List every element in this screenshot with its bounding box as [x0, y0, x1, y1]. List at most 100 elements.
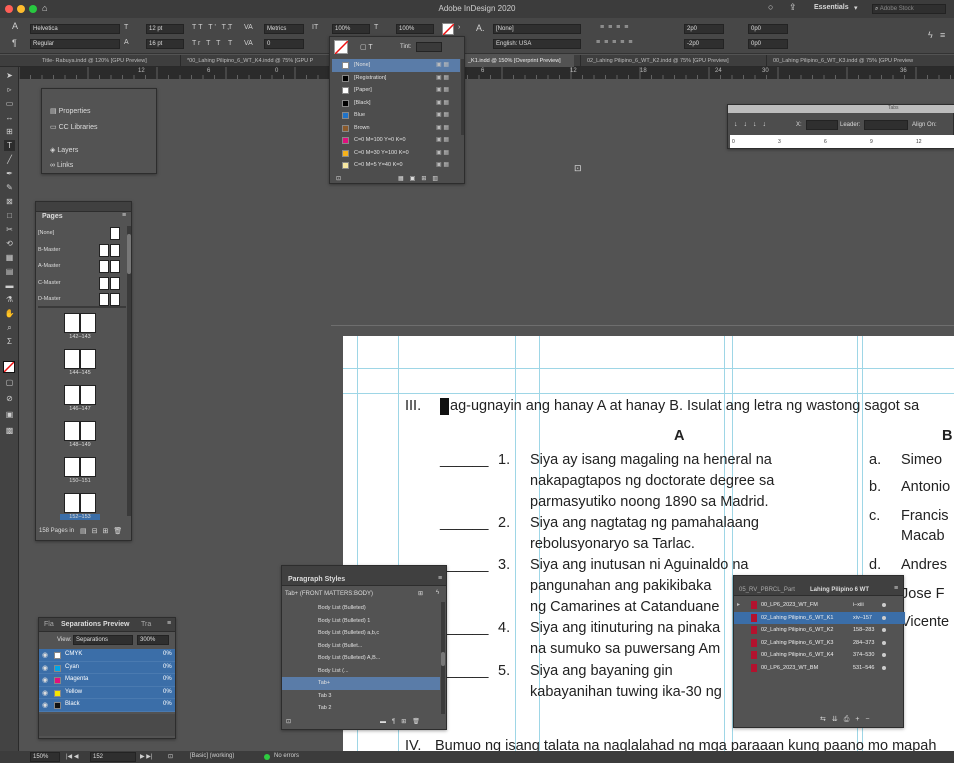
- book-document-row[interactable]: 02_Lahing Pilipino_6_WT_K3 284–373: [734, 637, 905, 650]
- share-icon[interactable]: ⇪: [789, 2, 797, 13]
- tab-x-field[interactable]: [806, 120, 838, 130]
- swatch-row[interactable]: C=0 M=100 Y=0 K=0 ▣ ▦: [332, 134, 460, 147]
- eye-icon[interactable]: ◉: [42, 664, 48, 672]
- zoom-select[interactable]: 300%: [137, 635, 169, 645]
- ink-row[interactable]: ◉ Yellow 0%: [39, 686, 175, 699]
- character-mode-icon[interactable]: A: [12, 21, 18, 31]
- underline-icon[interactable]: T: [228, 24, 232, 31]
- pages-scroll-thumb[interactable]: [127, 234, 131, 274]
- page-number-field[interactable]: 152: [90, 752, 136, 762]
- sum-icon[interactable]: Σ: [4, 336, 15, 347]
- master-item[interactable]: C-Master: [38, 276, 126, 293]
- tab-trap[interactable]: Tra: [141, 621, 151, 628]
- new-style-icon[interactable]: ⊞: [418, 590, 423, 597]
- paragraph-style-item[interactable]: Body List (Bulleted) A,B...: [282, 652, 440, 665]
- style-group-icon[interactable]: ⊡: [286, 718, 291, 725]
- stock-search-input[interactable]: ⌕ Adobe Stock: [872, 4, 946, 14]
- tab-leader-field[interactable]: [864, 120, 908, 130]
- page-spread[interactable]: 148–149: [38, 418, 126, 454]
- eyedropper-tool-icon[interactable]: ⚗: [4, 294, 15, 305]
- paragraph-mode-icon[interactable]: ¶: [12, 38, 17, 48]
- pen-tool-icon[interactable]: ✒: [4, 168, 15, 179]
- font-family-field[interactable]: Helvetica: [30, 24, 120, 34]
- vertical-scale-field[interactable]: 100%: [332, 24, 370, 34]
- page-spread[interactable]: 150–151: [38, 454, 126, 490]
- book-actions[interactable]: ⇆⇊⎙+−: [820, 715, 876, 724]
- leading-field[interactable]: 16 pt: [146, 39, 184, 49]
- swatch-row[interactable]: [Registration] ▣ ▦: [332, 72, 460, 85]
- page-spread[interactable]: 142–143: [38, 310, 126, 346]
- panel-menu-icon[interactable]: ≡: [122, 212, 126, 219]
- horizontal-scale-field[interactable]: 100%: [396, 24, 434, 34]
- book-document-row[interactable]: 00_LP6_2023_WT_BM 531–546: [734, 662, 905, 675]
- fill-none-icon[interactable]: [3, 361, 15, 373]
- gradient-feather-tool-icon[interactable]: ▤: [4, 266, 15, 277]
- tab-k3[interactable]: 00_Lahing Pilipino_6_WT_K3.indd @ 75% [G…: [766, 55, 954, 67]
- align-buttons-row1[interactable]: ≡≡≡≡: [600, 24, 632, 31]
- swatch-scrollbar[interactable]: [461, 59, 464, 135]
- tab-separations-preview[interactable]: Separations Preview: [61, 621, 129, 628]
- paragraph-style-item[interactable]: Body List (Bullet...: [282, 640, 440, 653]
- book-document-row[interactable]: 02_Lahing Pilipino_6_WT_K1 xiv–157: [734, 611, 905, 624]
- master-item[interactable]: A-Master: [38, 259, 126, 276]
- paragraph-style-item[interactable]: Body List (Bulleted) 1: [282, 615, 440, 628]
- character-style-field[interactable]: [None]: [493, 24, 581, 34]
- swatch-row[interactable]: Brown ▣ ▦: [332, 122, 460, 135]
- panel-menu-icon[interactable]: ≡: [438, 575, 442, 582]
- note-tool-icon[interactable]: ▬: [4, 280, 15, 291]
- formatting-container-icon[interactable]: ▢: [4, 377, 15, 388]
- book-tab-part[interactable]: 05_RV_PBRCL_Part: [739, 587, 795, 593]
- rectangle-tool-icon[interactable]: □: [4, 210, 15, 221]
- masters-divider[interactable]: [38, 306, 126, 308]
- swatch-options-icon[interactable]: ⊡: [336, 175, 341, 182]
- panel-menu-icon[interactable]: ≡: [940, 30, 945, 40]
- paragraph-style-item[interactable]: Tab 2: [282, 702, 440, 715]
- align-buttons-row2[interactable]: ≡≡≡≡≡: [596, 39, 636, 46]
- swatch-row[interactable]: [Black] ▣ ▦: [332, 97, 460, 110]
- swatch-row[interactable]: Blue ▣ ▦: [332, 109, 460, 122]
- space-after-field[interactable]: 0p0: [748, 39, 788, 49]
- strikethrough-icon[interactable]: T: [228, 40, 232, 47]
- zoom-tool-icon[interactable]: ⌕: [4, 322, 15, 333]
- type-tool-icon[interactable]: T: [4, 140, 15, 151]
- paragraph-style-item[interactable]: Tab+: [282, 677, 440, 690]
- paragraph-style-item[interactable]: Body List (Bulleted) a,b,c: [282, 627, 440, 640]
- tab-k4[interactable]: *00_Lahing Pilipino_6_WT_K4.indd @ 75% […: [180, 55, 330, 67]
- workspace-switcher[interactable]: Essentials: [814, 4, 849, 11]
- apply-none-icon[interactable]: ⊘: [4, 393, 15, 404]
- paragraph-style-item[interactable]: Tab 3: [282, 690, 440, 703]
- layers-item[interactable]: ◈ Layers: [50, 146, 78, 154]
- pages-tab[interactable]: Pages: [42, 213, 63, 220]
- style-actions[interactable]: ▬¶⊞🗑: [380, 718, 426, 725]
- formatting-frame-icon[interactable]: ▢ T: [360, 43, 373, 51]
- eye-icon[interactable]: ◉: [42, 701, 48, 709]
- properties-item[interactable]: ▤ Properties: [50, 107, 90, 115]
- open-page-icon[interactable]: ⊡: [168, 753, 173, 760]
- panel-menu-icon[interactable]: ≡: [894, 585, 898, 592]
- tint-field[interactable]: [416, 42, 442, 52]
- book-document-row[interactable]: ▸ 00_LP6_2023_WT_FM i–xiii: [734, 599, 905, 612]
- kerning-field[interactable]: Metrics: [264, 24, 304, 34]
- book-document-row[interactable]: 02_Lahing Pilipino_6_WT_K2 158–283: [734, 624, 905, 637]
- page-spread[interactable]: 144–145: [38, 346, 126, 382]
- master-item[interactable]: [None]: [38, 226, 126, 243]
- fill-swatch[interactable]: [334, 40, 349, 55]
- view-select[interactable]: Separations: [73, 635, 133, 645]
- swatch-row[interactable]: [None] ▣ ▦: [332, 59, 460, 72]
- links-item[interactable]: ∞ Links: [50, 162, 73, 169]
- view-mode-icon[interactable]: ▣: [4, 409, 15, 420]
- fill-swatch-none[interactable]: [442, 23, 455, 36]
- page-spread[interactable]: 146–147: [38, 382, 126, 418]
- style-scroll-thumb[interactable]: [441, 652, 445, 666]
- tracking-field[interactable]: 0: [264, 39, 304, 49]
- book-document-row[interactable]: 00_Lahing Pilipino_6_WT_K4 374–530: [734, 649, 905, 662]
- tabs-ruler[interactable]: 0 3 6 9 12: [730, 135, 954, 148]
- free-transform-tool-icon[interactable]: ⟲: [4, 238, 15, 249]
- paragraph-style-item[interactable]: Body List (Bulleted): [282, 602, 440, 615]
- case-buttons[interactable]: TT T' T,: [192, 24, 231, 31]
- paragraph-style-item[interactable]: Body List (...: [282, 665, 440, 678]
- left-indent-field[interactable]: 2p0: [684, 24, 724, 34]
- lightning-icon[interactable]: ϟ: [928, 30, 933, 40]
- eye-icon[interactable]: ◉: [42, 651, 48, 659]
- hand-tool-icon[interactable]: ✋: [4, 308, 15, 319]
